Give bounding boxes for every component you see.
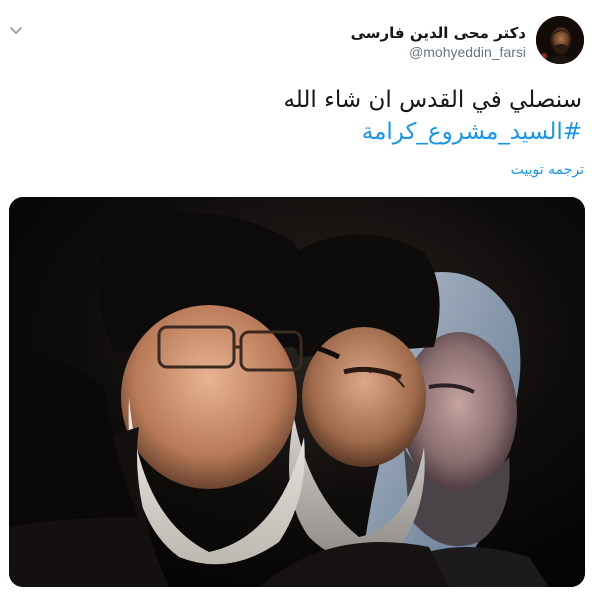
screen-name[interactable]: @mohyeddin_farsi: [351, 43, 526, 61]
tweet-body: سنصلي في القدس ان شاء الله #السيد_مشروع_…: [22, 84, 582, 148]
author-names[interactable]: دکتر محی الدین فارسی @mohyeddin_farsi: [351, 23, 526, 61]
tweet-text: سنصلي في القدس ان شاء الله: [283, 87, 582, 113]
tweet-media-image[interactable]: [9, 197, 585, 587]
hashtag-link[interactable]: #السيد_مشروع_كرامة: [22, 116, 582, 148]
translate-tweet-link[interactable]: ترجمه توییت: [511, 162, 584, 178]
tweet-header: دکتر محی الدین فارسی @mohyeddin_farsi: [351, 16, 584, 72]
display-name[interactable]: دکتر محی الدین فارسی: [351, 23, 526, 43]
tweet: دکتر محی الدین فارسی @mohyeddin_farsi سن…: [0, 0, 592, 607]
avatar[interactable]: [536, 16, 584, 64]
chevron-down-icon[interactable]: [8, 22, 24, 38]
